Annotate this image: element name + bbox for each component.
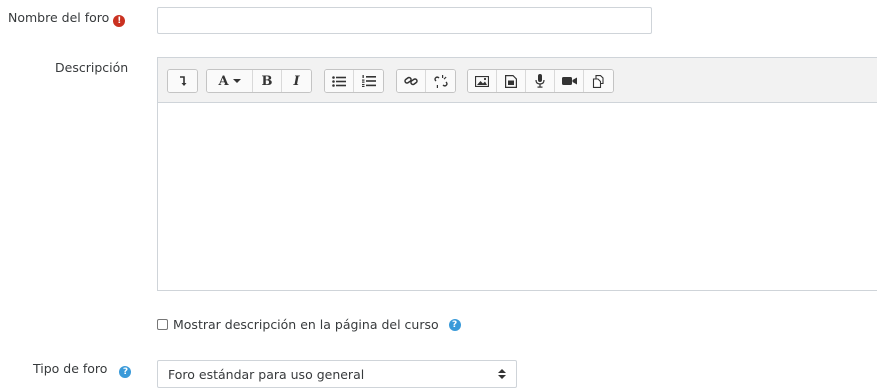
video-icon [561,77,577,85]
select-arrows-icon [498,369,506,379]
italic-button[interactable]: I [282,70,311,92]
unlink-icon [433,74,448,88]
ordered-list-icon [361,75,376,87]
forum-name-label-text: Nombre del foro [8,10,110,25]
media-icon [505,74,517,88]
italic-icon: I [293,73,300,89]
record-video-button[interactable] [555,70,584,92]
description-editor: A B I [157,57,877,291]
toolbar-group-collapse [167,69,198,93]
manage-files-button[interactable] [584,70,613,92]
forum-name-label: Nombre del foro! [8,10,126,27]
description-label: Descripción [55,60,129,75]
required-icon: ! [113,15,126,27]
unordered-list-icon [332,75,346,87]
show-description-help-icon[interactable]: ? [448,318,461,331]
show-description-label: Mostrar descripción en la página del cur… [173,317,439,332]
bold-icon: B [261,73,273,89]
description-editor-content[interactable] [158,103,877,290]
show-description-row: Mostrar descripción en la página del cur… [157,317,461,332]
collapse-icon [179,76,186,86]
image-icon [475,75,489,87]
unordered-list-button[interactable] [325,70,354,92]
toolbar-group-lists [324,69,384,93]
manage-files-icon [592,74,604,88]
ordered-list-button[interactable] [354,70,383,92]
record-audio-button[interactable] [526,70,555,92]
unlink-button[interactable] [426,70,455,92]
forum-type-selected-value: Foro estándar para uso general [168,366,365,382]
toolbar-group-format: A B I [206,69,312,93]
forum-name-input[interactable] [157,7,652,34]
show-description-checkbox[interactable] [157,319,168,330]
chevron-down-icon [232,79,241,83]
toolbar-group-media [467,69,614,93]
forum-type-select[interactable]: Foro estándar para uso general [157,360,517,388]
image-button[interactable] [468,70,497,92]
collapse-button[interactable] [168,70,197,92]
font-style-icon: A [218,73,229,89]
forum-type-help-icon[interactable]: ? [119,366,132,378]
forum-type-label-text: Tipo de foro [33,361,108,376]
bold-button[interactable]: B [253,70,282,92]
microphone-icon [535,74,545,88]
toolbar-group-links [396,69,456,93]
link-icon [404,76,418,86]
forum-settings-form: Nombre del foro! Descripción A B I Mostr… [0,0,877,389]
link-button[interactable] [397,70,426,92]
forum-type-label: Tipo de foro ? [33,361,132,378]
editor-toolbar: A B I [158,58,877,103]
font-style-button[interactable]: A [207,70,253,92]
media-button[interactable] [497,70,526,92]
